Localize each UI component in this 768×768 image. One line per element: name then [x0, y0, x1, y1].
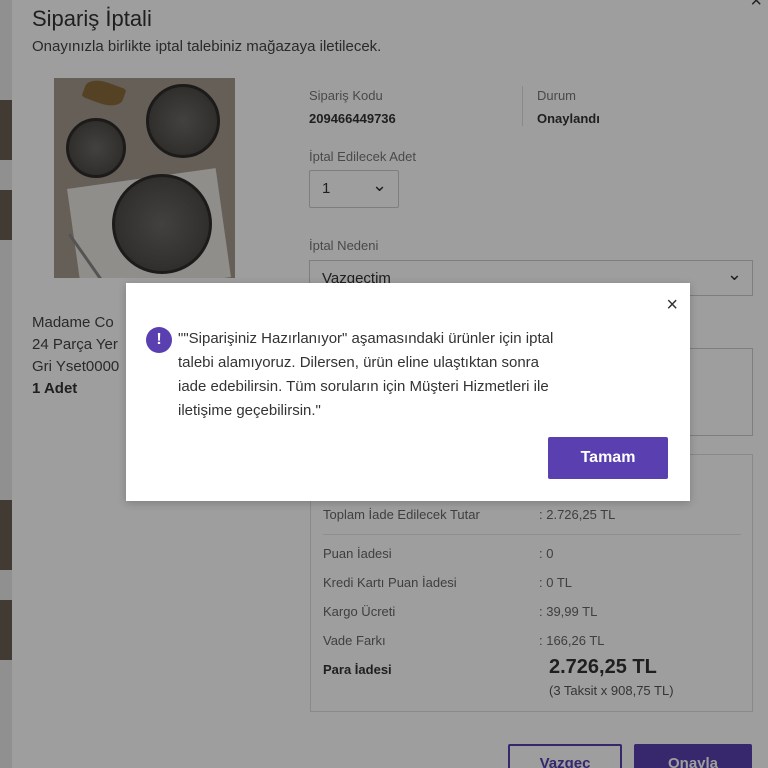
- close-icon[interactable]: ×: [666, 295, 678, 315]
- exclamation-icon: !: [146, 327, 172, 353]
- alert-message: ""Siparişiniz Hazırlanıyor" aşamasındaki…: [178, 330, 554, 419]
- alert-dialog: × ! ""Siparişiniz Hazırlanıyor" aşamasın…: [126, 283, 690, 501]
- ok-button[interactable]: Tamam: [548, 437, 668, 479]
